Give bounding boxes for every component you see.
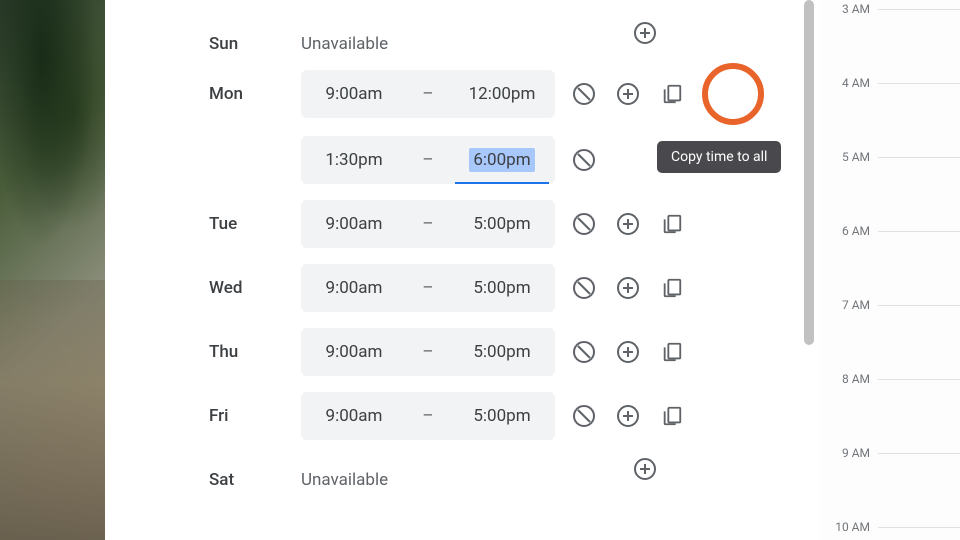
time-slot: 9:00am – 5:00pm [301, 392, 685, 440]
hour-label: 6 AM [820, 224, 870, 238]
background-image-left [0, 0, 105, 540]
day-label-mon: Mon [209, 70, 301, 104]
time-dash: – [407, 406, 449, 426]
copy-time-button[interactable] [659, 211, 685, 237]
hour-gridline [878, 83, 960, 84]
remove-slot-button[interactable] [571, 147, 597, 173]
add-slot-button[interactable] [632, 456, 658, 482]
day-label-tue: Tue [209, 200, 301, 234]
day-row-thu: Thu 9:00am – 5:00pm [105, 328, 820, 376]
unavailable-text-sat: Unavailable [301, 456, 388, 490]
scrollbar[interactable] [804, 0, 814, 360]
hour-label: 8 AM [820, 372, 870, 386]
day-row-tue: Tue 9:00am – 5:00pm [105, 200, 820, 248]
start-time-input[interactable]: 1:30pm [301, 136, 407, 184]
copy-time-button[interactable] [659, 403, 685, 429]
time-dash: – [407, 150, 449, 170]
day-label-sat: Sat [209, 456, 301, 490]
day-row-fri: Fri 9:00am – 5:00pm [105, 392, 820, 440]
hour-label: 9 AM [820, 446, 870, 460]
add-slot-button[interactable] [615, 211, 641, 237]
day-label-thu: Thu [209, 328, 301, 362]
hour-label: 3 AM [820, 2, 870, 16]
end-time-input[interactable]: 6:00pm [449, 136, 555, 184]
hour-label: 10 AM [820, 520, 870, 534]
start-time-input[interactable]: 9:00am [301, 200, 407, 248]
remove-slot-button[interactable] [571, 275, 597, 301]
day-label-sun: Sun [209, 20, 301, 54]
hour-label: 5 AM [820, 150, 870, 164]
time-slot: 9:00am – 5:00pm [301, 328, 685, 376]
day-row-sat: Sat Unavailable [105, 456, 820, 490]
calendar-hour-strip: 3 AM 4 AM 5 AM 6 AM 7 AM 8 AM 9 AM 10 AM [820, 0, 960, 540]
end-time-input[interactable]: 5:00pm [449, 200, 555, 248]
availability-panel: Sun Unavailable Mon 9:00am – 12:00pm [105, 0, 820, 540]
day-row-sun: Sun Unavailable [105, 20, 820, 54]
time-dash: – [407, 214, 449, 234]
time-dash: – [407, 342, 449, 362]
start-time-input[interactable]: 9:00am [301, 264, 407, 312]
add-slot-button[interactable] [632, 20, 658, 46]
add-slot-button[interactable] [615, 81, 641, 107]
time-slot: 9:00am – 5:00pm [301, 200, 685, 248]
add-slot-button[interactable] [615, 403, 641, 429]
hour-label: 4 AM [820, 76, 870, 90]
day-row-wed: Wed 9:00am – 5:00pm [105, 264, 820, 312]
end-time-input[interactable]: 5:00pm [449, 264, 555, 312]
remove-slot-button[interactable] [571, 211, 597, 237]
time-dash: – [407, 84, 449, 104]
scrollbar-thumb[interactable] [804, 0, 814, 345]
copy-time-button[interactable] [659, 339, 685, 365]
hour-gridline [878, 9, 960, 10]
copy-time-button[interactable] [659, 81, 685, 107]
hour-gridline [878, 231, 960, 232]
hour-gridline [878, 453, 960, 454]
end-time-input[interactable]: 12:00pm [449, 70, 555, 118]
end-time-input[interactable]: 5:00pm [449, 392, 555, 440]
end-time-input[interactable]: 5:00pm [449, 328, 555, 376]
day-label-wed: Wed [209, 264, 301, 298]
add-slot-button[interactable] [615, 339, 641, 365]
time-dash: – [407, 278, 449, 298]
start-time-input[interactable]: 9:00am [301, 392, 407, 440]
start-time-input[interactable]: 9:00am [301, 328, 407, 376]
time-slot: 1:30pm – 6:00pm [301, 136, 685, 184]
remove-slot-button[interactable] [571, 403, 597, 429]
unavailable-text-sun: Unavailable [301, 20, 388, 54]
copy-time-tooltip: Copy time to all [657, 141, 781, 173]
add-slot-button[interactable] [615, 275, 641, 301]
hour-gridline [878, 527, 960, 528]
hour-label: 7 AM [820, 298, 870, 312]
hour-gridline [878, 379, 960, 380]
time-slot: 9:00am – 5:00pm [301, 264, 685, 312]
hour-gridline [878, 305, 960, 306]
day-label-fri: Fri [209, 392, 301, 426]
hour-gridline [878, 157, 960, 158]
start-time-input[interactable]: 9:00am [301, 70, 407, 118]
time-slot: 9:00am – 12:00pm [301, 70, 685, 118]
remove-slot-button[interactable] [571, 339, 597, 365]
remove-slot-button[interactable] [571, 81, 597, 107]
copy-time-button[interactable] [659, 275, 685, 301]
